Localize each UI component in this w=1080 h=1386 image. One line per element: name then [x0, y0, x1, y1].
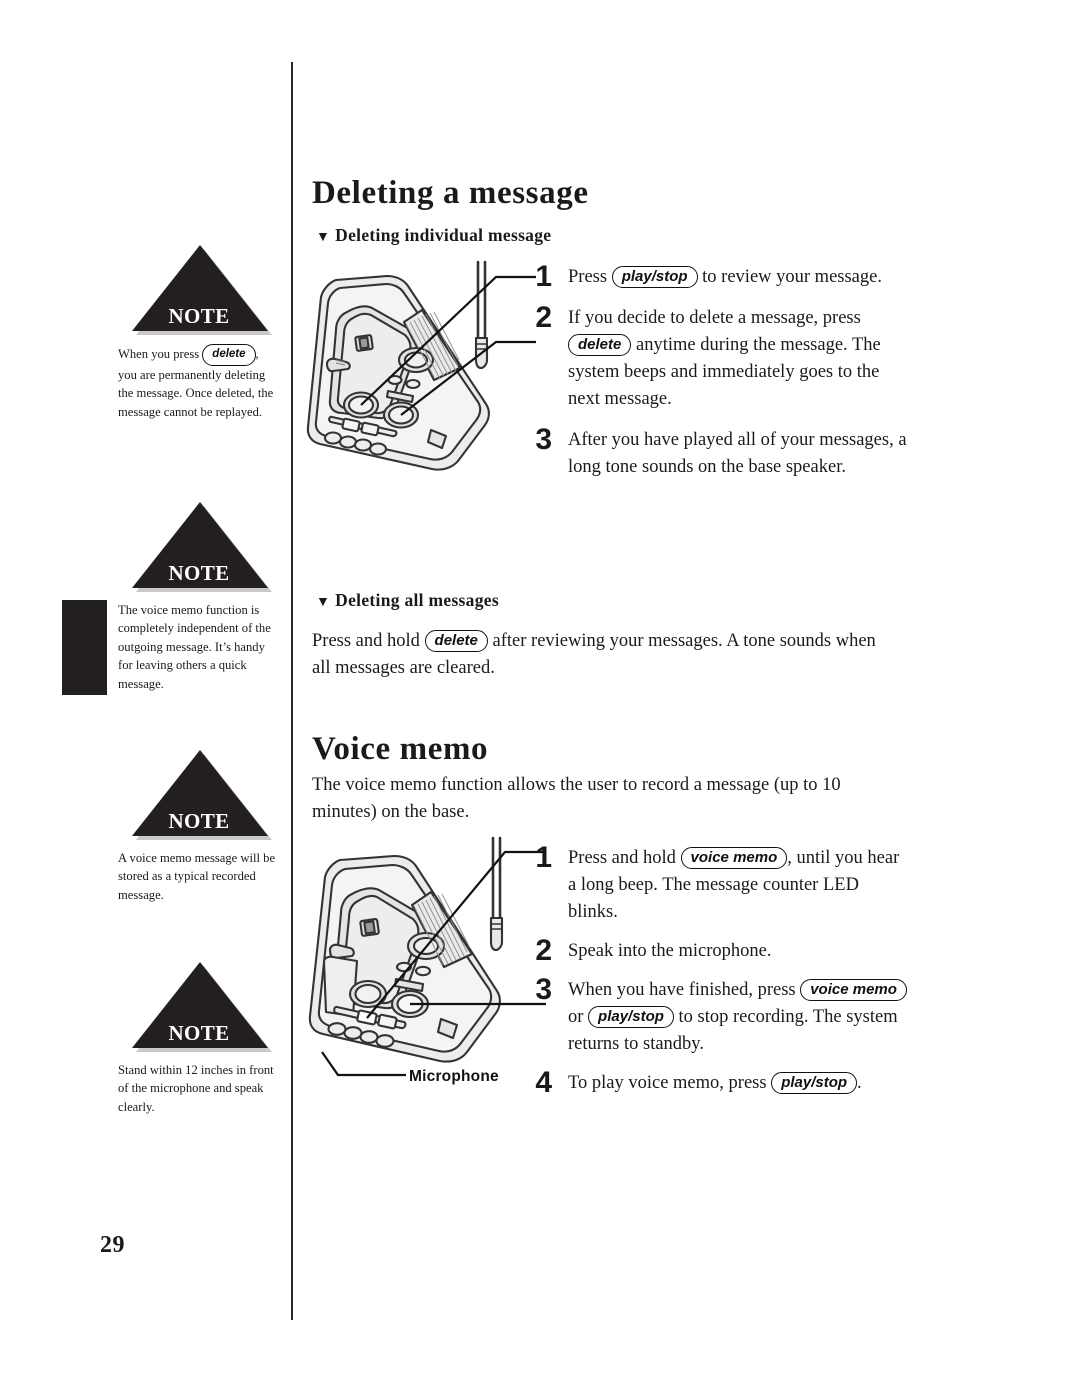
play-stop-button-pill[interactable]: play/stop — [771, 1072, 858, 1094]
step-text: If you decide to delete a message, press… — [552, 305, 912, 413]
page-title-voice-memo: Voice memo — [312, 731, 489, 767]
step-text-part: If you decide to delete a message, press — [568, 308, 861, 328]
steps-deleting-individual: 1 Press play/stop to review your message… — [514, 262, 912, 481]
step-item: 4 To play voice memo, press play/stop. — [514, 1068, 912, 1098]
note-text-before: When you press — [118, 347, 200, 361]
step-text: After you have played all of your messag… — [568, 430, 907, 477]
note-badge: NOTE — [118, 500, 280, 592]
play-stop-button-pill[interactable]: play/stop — [611, 266, 698, 288]
note-triangle-icon — [118, 960, 280, 1052]
step-text: Speak into the microphone. — [568, 941, 772, 961]
paragraph-voice-memo-intro: The voice memo function allows the user … — [312, 775, 841, 822]
step-text-part: When you have finished, press — [568, 980, 801, 1000]
page-number: 29 — [100, 1232, 125, 1258]
note-badge: NOTE — [118, 748, 280, 840]
delete-button-pill[interactable]: delete — [424, 630, 488, 652]
note-text: The voice memo function is completely in… — [118, 603, 271, 691]
voice-memo-button-pill[interactable]: voice memo — [800, 979, 907, 1001]
manual-page: 29 NOTE When you press delete, you are p… — [0, 0, 1080, 1386]
triangle-bullet-icon: ▼ — [316, 595, 331, 610]
note-block-delete-permanent: NOTE When you press delete, you are perm… — [118, 243, 280, 421]
note-text: Stand within 12 inches in front of the m… — [118, 1063, 274, 1114]
voice-memo-button-pill[interactable]: voice memo — [680, 847, 788, 869]
subheading-deleting-individual-message: ▼ Deleting individual message — [316, 225, 551, 246]
illustration-base-unit-bottom — [300, 830, 560, 1090]
step-text: To play voice memo, press play/stop. — [552, 1070, 912, 1097]
note-triangle-icon — [118, 500, 280, 592]
note-block-stored-as-typical: NOTE A voice memo message will be stored… — [118, 748, 280, 904]
section-bleed-tab — [62, 600, 107, 695]
step-text: Press play/stop to review your message. — [552, 264, 912, 291]
page-title-deleting-a-message: Deleting a message — [312, 175, 589, 211]
paragraph-deleting-all-messages: Press and hold delete after reviewing yo… — [312, 628, 895, 682]
step-item: 1 Press and hold voice memo, until you h… — [514, 843, 912, 926]
subheading-deleting-all-messages: ▼ Deleting all messages — [316, 590, 499, 611]
note-badge: NOTE — [118, 243, 280, 335]
play-stop-button-pill[interactable]: play/stop — [588, 1006, 674, 1028]
column-divider-rule — [291, 62, 293, 1320]
microphone-callout-label: Microphone — [409, 1068, 499, 1085]
note-block-stand-within-12-inches: NOTE Stand within 12 inches in front of … — [118, 960, 280, 1116]
step-text-part: Press and hold — [568, 848, 681, 868]
subheading-label: Deleting individual message — [335, 225, 552, 245]
subheading-label: Deleting all messages — [335, 590, 499, 610]
delete-button-pill[interactable]: delete — [202, 344, 256, 366]
step-text: When you have finished, press voice memo… — [552, 977, 912, 1058]
steps-voice-memo: 1 Press and hold voice memo, until you h… — [514, 843, 912, 1098]
delete-button-pill[interactable]: delete — [568, 334, 632, 356]
step-text-part: . — [857, 1073, 862, 1093]
step-text: Press and hold voice memo, until you hea… — [552, 845, 912, 926]
step-text-part: to review your message. — [697, 267, 882, 287]
step-item: 3 After you have played all of your mess… — [514, 425, 912, 481]
step-item: 3 When you have finished, press voice me… — [514, 975, 912, 1058]
note-text: When you press delete, you are permanent… — [118, 344, 280, 421]
step-item: 2 Speak into the microphone. — [514, 936, 912, 966]
note-text: A voice memo message will be stored as a… — [118, 851, 276, 902]
step-text-part: Press — [568, 267, 612, 287]
note-triangle-icon — [118, 243, 280, 335]
step-text-part: To play voice memo, press — [568, 1073, 772, 1093]
triangle-bullet-icon: ▼ — [316, 230, 331, 245]
illustration-base-unit-top — [300, 252, 550, 502]
note-block-voice-memo-independent: NOTE The voice memo function is complete… — [118, 500, 280, 693]
note-badge: NOTE — [118, 960, 280, 1052]
step-text-part: or — [568, 1007, 589, 1027]
step-item: 1 Press play/stop to review your message… — [514, 262, 912, 292]
step-item: 2 If you decide to delete a message, pre… — [514, 303, 912, 413]
paragraph-part: Press and hold — [312, 631, 425, 651]
note-triangle-icon — [118, 748, 280, 840]
